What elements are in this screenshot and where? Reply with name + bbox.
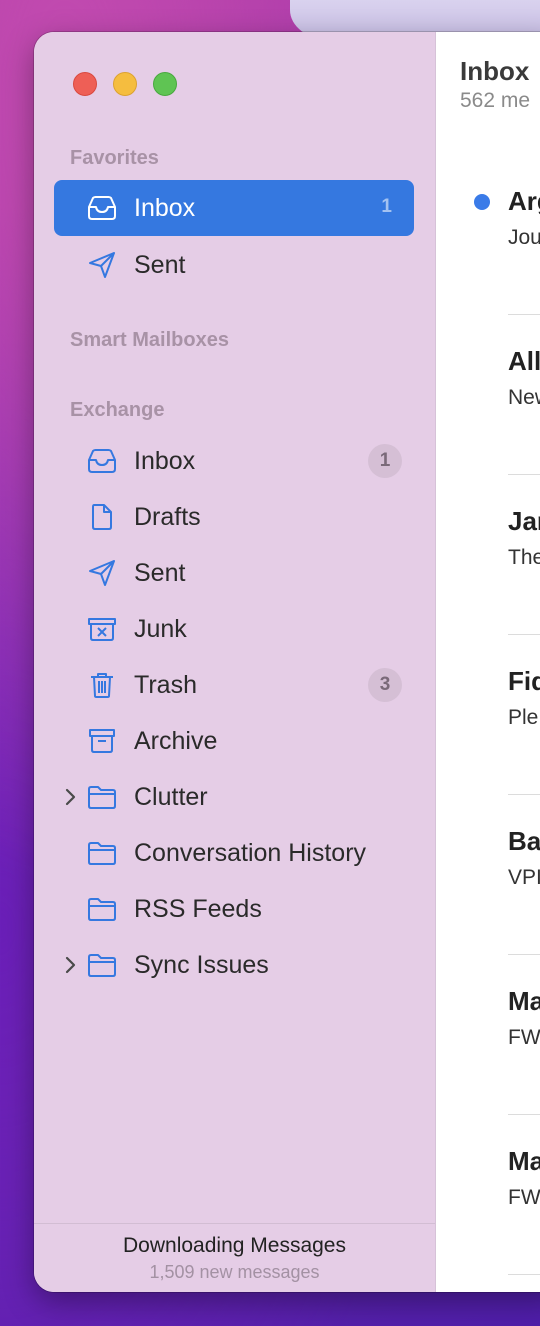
- message-row[interactable]: Arg Jou: [436, 172, 540, 332]
- message-subject: VPI: [508, 866, 540, 889]
- item-count-badge: 3: [368, 668, 402, 702]
- message-row[interactable]: Ma FW: [436, 1132, 540, 1292]
- sidebar-item-label: Sent: [134, 251, 186, 279]
- folder-icon: [86, 782, 118, 812]
- sidebar-item-label: Inbox: [134, 194, 196, 222]
- message-subject: New: [508, 386, 540, 409]
- document-icon: [86, 502, 118, 532]
- sidebar-item-label: Drafts: [134, 503, 201, 531]
- sidebar-item-favorites-inbox[interactable]: Inbox 1: [54, 180, 414, 236]
- message-subject: The: [508, 546, 540, 569]
- sidebar-item-label: Junk: [134, 615, 187, 643]
- message-sender: Ma: [508, 1146, 540, 1176]
- sidebar-item-label: Inbox: [134, 447, 196, 475]
- sidebar-item-label: RSS Feeds: [134, 895, 262, 923]
- message-row[interactable]: Ma FW: [436, 972, 540, 1132]
- unread-dot-icon: [474, 194, 490, 210]
- message-row[interactable]: Jar The: [436, 492, 540, 652]
- sidebar-item-rss-feeds[interactable]: RSS Feeds: [54, 881, 414, 937]
- sidebar-item-label: Clutter: [134, 783, 208, 811]
- sidebar-footer: Downloading Messages 1,509 new messages: [34, 1223, 435, 1292]
- sidebar-item-label: Sent: [134, 559, 186, 587]
- new-messages-count: 1,509 new messages: [149, 1262, 320, 1282]
- message-row[interactable]: Fid Ple: [436, 652, 540, 812]
- unread-count-badge: 1: [381, 196, 392, 217]
- message-sender: Ba: [508, 826, 540, 856]
- sidebar-item-junk[interactable]: Junk: [54, 601, 414, 657]
- divider: [508, 474, 540, 475]
- smart-mailboxes-header[interactable]: Smart Mailboxes: [70, 329, 229, 352]
- divider: [508, 314, 540, 315]
- archive-box-icon: [86, 726, 118, 756]
- junk-box-icon: [86, 614, 118, 644]
- divider: [508, 794, 540, 795]
- sidebar-item-conversation-history[interactable]: Conversation History: [54, 825, 414, 881]
- divider: [508, 634, 540, 635]
- divider: [508, 1114, 540, 1115]
- zoom-window-button[interactable]: [153, 72, 177, 96]
- message-row[interactable]: All New: [436, 332, 540, 492]
- chevron-right-icon[interactable]: [62, 785, 78, 809]
- folder-icon: [86, 894, 118, 924]
- tray-icon: [86, 446, 118, 476]
- divider: [508, 1274, 540, 1275]
- message-subject: Ple: [508, 706, 539, 729]
- message-count: 562 me: [460, 89, 531, 112]
- folder-icon: [86, 950, 118, 980]
- message-subject: FW: [508, 1026, 540, 1049]
- sidebar: Favorites Inbox 1 Sent Smart Mailboxes E…: [34, 32, 436, 1292]
- message-subject: Jou: [508, 226, 540, 249]
- paper-plane-icon: [86, 250, 118, 280]
- trash-icon: [86, 670, 118, 700]
- sidebar-item-trash[interactable]: Trash 3: [54, 657, 414, 713]
- sidebar-item-label: Trash: [134, 671, 197, 699]
- message-sender: Ma: [508, 986, 540, 1016]
- download-status: Downloading Messages: [123, 1234, 346, 1257]
- sidebar-item-label: Conversation History: [134, 839, 367, 867]
- message-sender: Fid: [508, 666, 540, 696]
- paper-plane-icon: [86, 558, 118, 588]
- message-subject: FW: [508, 1186, 540, 1209]
- tray-icon: [86, 193, 118, 223]
- sidebar-item-favorites-sent[interactable]: Sent: [54, 237, 414, 293]
- folder-icon: [86, 838, 118, 868]
- sidebar-item-drafts[interactable]: Drafts: [54, 489, 414, 545]
- message-sender: Arg: [508, 186, 540, 216]
- minimize-window-button[interactable]: [113, 72, 137, 96]
- sidebar-item-archive[interactable]: Archive: [54, 713, 414, 769]
- mail-window: Favorites Inbox 1 Sent Smart Mailboxes E…: [34, 32, 540, 1292]
- sidebar-item-sync-issues[interactable]: Sync Issues: [54, 937, 414, 993]
- message-list: Inbox 562 me Arg Jou All New Jar The Fid…: [436, 32, 540, 1292]
- favorites-header: Favorites: [70, 147, 159, 169]
- close-window-button[interactable]: [73, 72, 97, 96]
- exchange-header[interactable]: Exchange: [70, 399, 164, 422]
- message-sender: Jar: [508, 506, 540, 536]
- sidebar-item-exchange-sent[interactable]: Sent: [54, 545, 414, 601]
- unread-count-badge: 1: [368, 444, 402, 478]
- chevron-right-icon[interactable]: [62, 953, 78, 977]
- sidebar-item-label: Sync Issues: [134, 951, 269, 979]
- sidebar-item-exchange-inbox[interactable]: Inbox 1: [54, 433, 414, 489]
- sidebar-item-clutter[interactable]: Clutter: [54, 769, 414, 825]
- message-row[interactable]: Ba VPI: [436, 812, 540, 972]
- mailbox-title: Inbox: [460, 56, 530, 86]
- message-sender: All: [508, 346, 540, 376]
- divider: [508, 954, 540, 955]
- sidebar-item-label: Archive: [134, 727, 218, 755]
